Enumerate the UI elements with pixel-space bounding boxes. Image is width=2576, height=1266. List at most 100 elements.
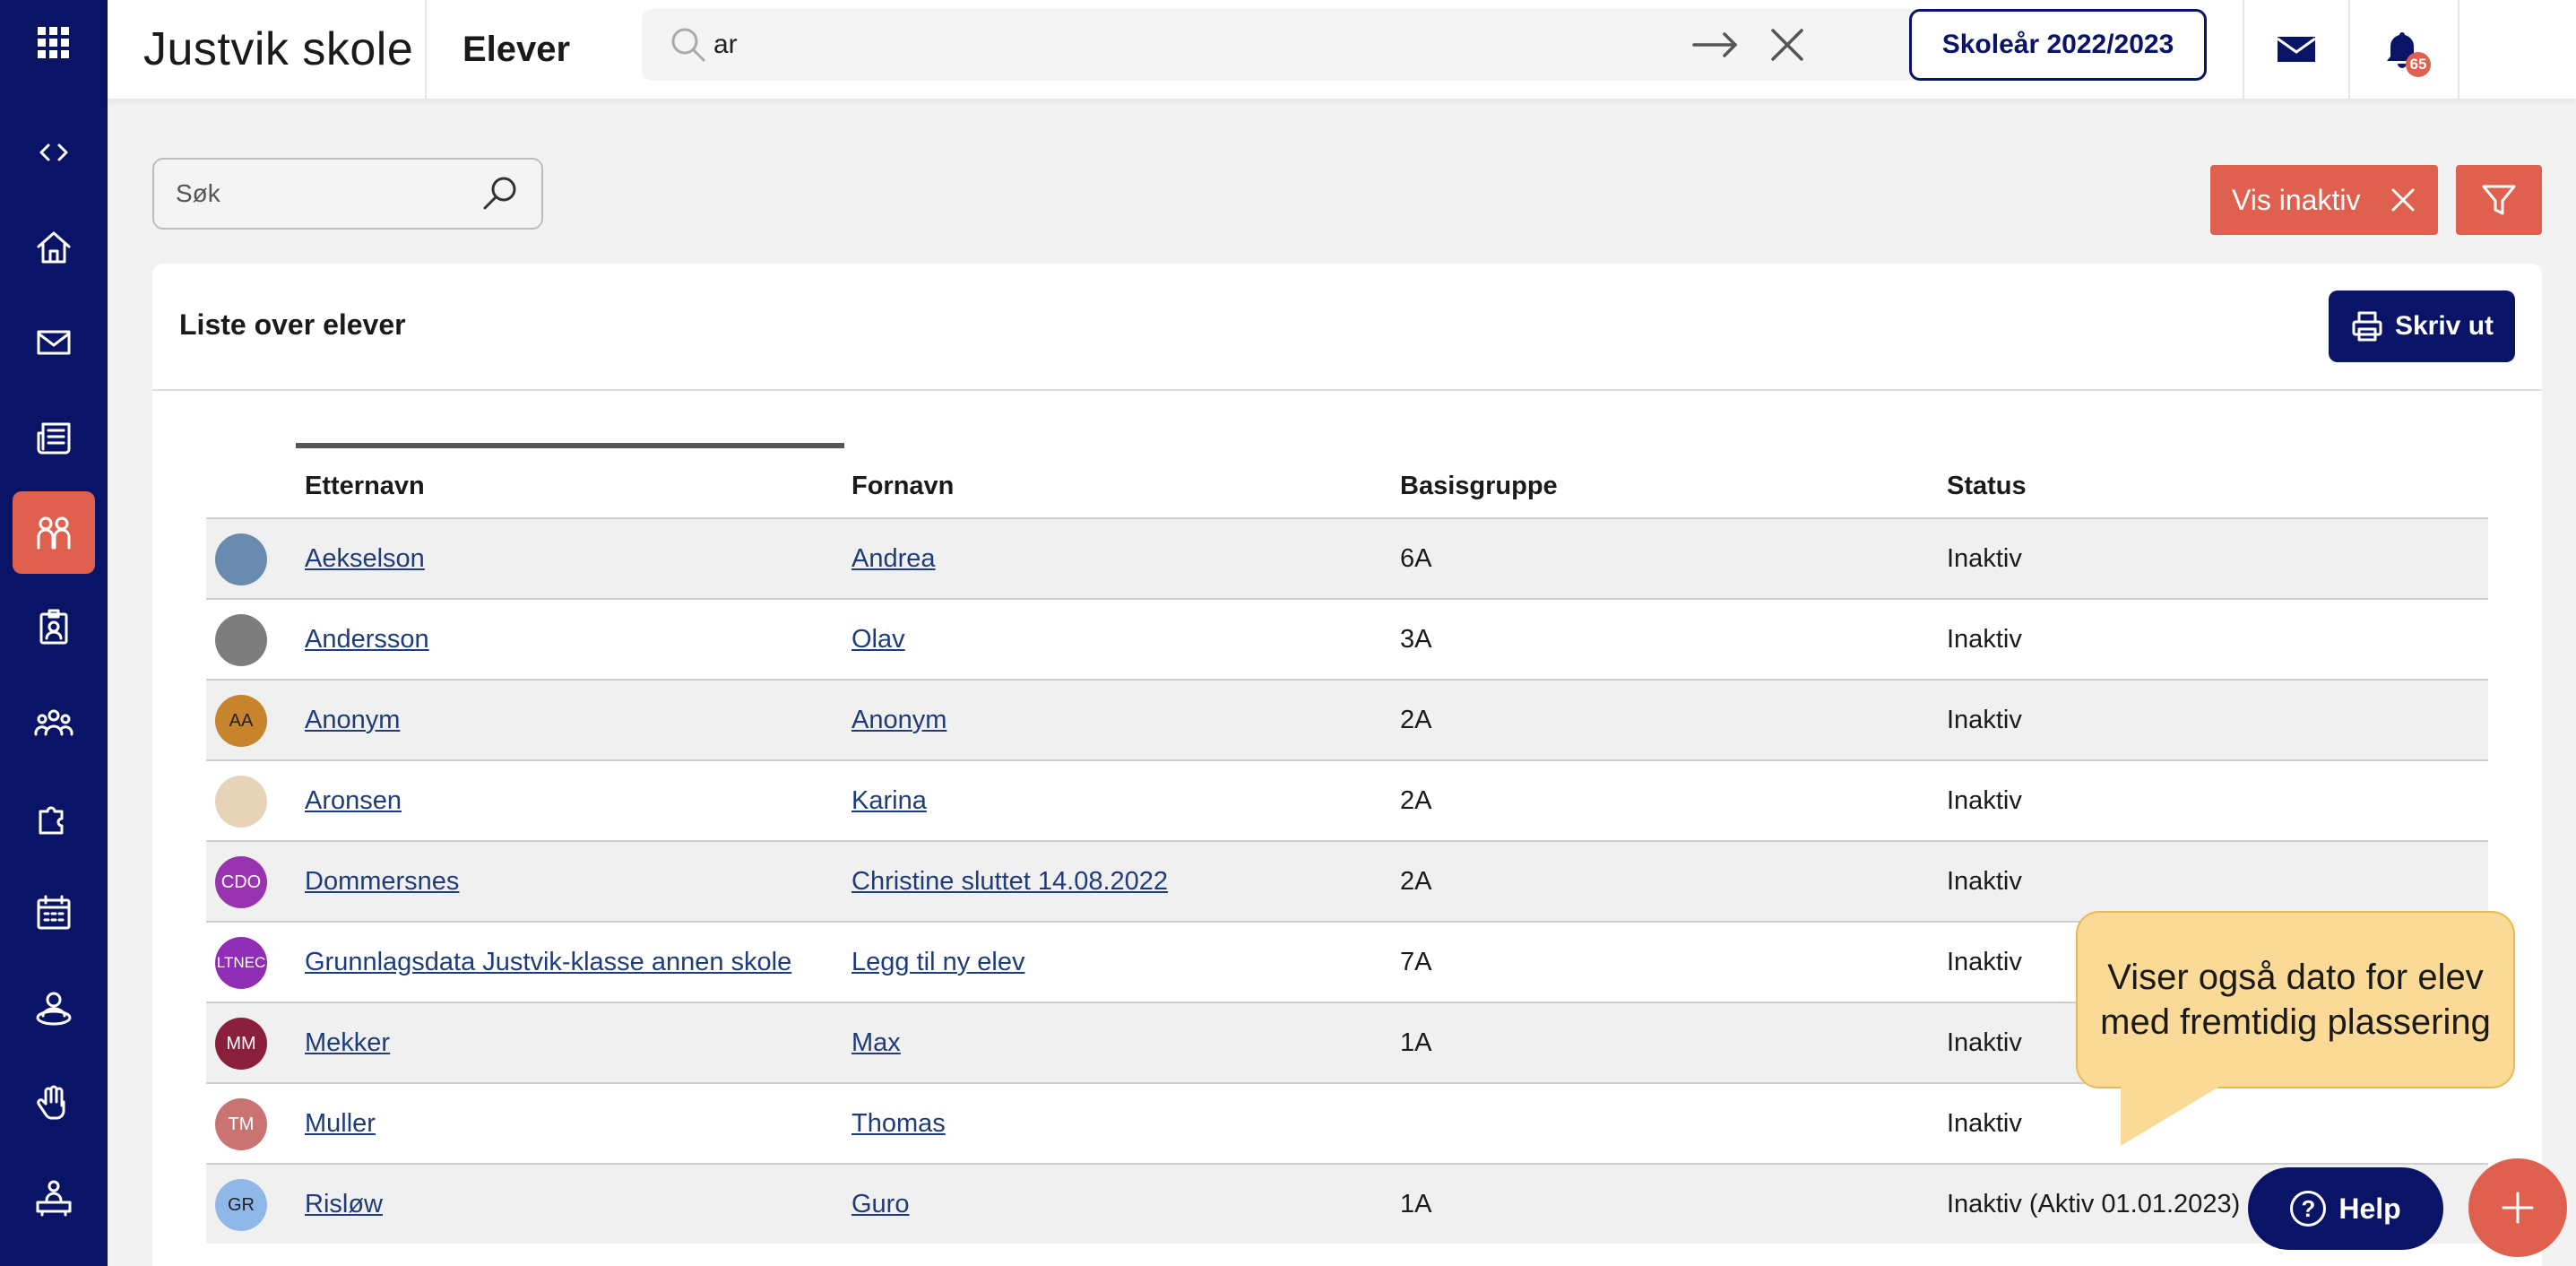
first-name-link[interactable]: Max xyxy=(851,1028,901,1058)
help-label: Help xyxy=(2338,1192,2401,1225)
school-name[interactable]: Justvik skole xyxy=(143,0,413,99)
search-icon xyxy=(669,25,708,65)
print-button[interactable]: Skriv ut xyxy=(2329,290,2515,362)
last-name-link[interactable]: Aekselson xyxy=(305,544,425,574)
table-row: Aekselson Andrea 6A Inaktiv xyxy=(206,517,2488,598)
first-name-link[interactable]: Guro xyxy=(851,1190,909,1219)
status-cell: Inaktiv xyxy=(1947,1028,2022,1057)
group-cell: 6A xyxy=(1400,543,1432,573)
column-header-fornavn[interactable]: Fornavn xyxy=(851,472,954,501)
topbar: Justvik skole Elever ar Skoleår 2022/202… xyxy=(108,0,2576,99)
list-title: Liste over elever xyxy=(179,308,406,341)
notifications-button[interactable]: 65 xyxy=(2350,0,2454,99)
first-name-link[interactable]: Legg til ny elev xyxy=(851,948,1024,977)
tooltip-callout: Viser også dato for elev med fremtidig p… xyxy=(2076,911,2515,1088)
avatar: MM xyxy=(215,1018,267,1070)
envelope-icon xyxy=(2277,37,2316,62)
last-name-link[interactable]: Dommersnes xyxy=(305,867,459,897)
tooltip-tail xyxy=(2121,1087,2219,1146)
student-search-input[interactable]: Søk xyxy=(152,158,543,230)
messages-button[interactable] xyxy=(2244,0,2348,99)
avatar: GR xyxy=(215,1179,267,1231)
close-icon[interactable] xyxy=(2390,186,2416,213)
school-year-button[interactable]: Skoleår 2022/2023 xyxy=(1909,9,2207,81)
group-cell: 1A xyxy=(1400,1189,1432,1218)
sort-indicator xyxy=(296,443,844,448)
group-cell: 3A xyxy=(1400,624,1432,654)
page-title: Elever xyxy=(462,29,571,69)
avatar xyxy=(215,614,267,666)
user-circle-icon[interactable] xyxy=(13,967,95,1049)
add-button[interactable] xyxy=(2468,1158,2567,1257)
last-name-link[interactable]: Muller xyxy=(305,1109,376,1139)
table-row: GR Risløw Guro 1A Inaktiv (Aktiv 01.01.2023) xyxy=(206,1163,2488,1244)
puzzle-icon[interactable] xyxy=(13,776,95,859)
last-name-link[interactable]: Risløw xyxy=(305,1190,383,1219)
status-cell: Inaktiv xyxy=(1947,866,2022,896)
first-name-link[interactable]: Anonym xyxy=(851,706,947,735)
arrow-right-icon[interactable] xyxy=(1690,27,1741,63)
last-name-link[interactable]: Mekker xyxy=(305,1028,390,1058)
newspaper-icon[interactable] xyxy=(13,396,95,479)
notification-badge: 65 xyxy=(2406,52,2431,77)
close-icon[interactable] xyxy=(1766,23,1809,66)
show-inactive-filter-button[interactable]: Vis inaktiv xyxy=(2210,165,2438,235)
home-icon[interactable] xyxy=(13,206,95,289)
avatar: LTNEC xyxy=(215,937,267,989)
status-cell: Inaktiv xyxy=(1947,543,2022,573)
search-placeholder: Søk xyxy=(176,179,220,207)
group-cell: 7A xyxy=(1400,947,1432,976)
group-cell: 1A xyxy=(1400,1028,1432,1057)
first-name-link[interactable]: Karina xyxy=(851,786,927,816)
last-name-link[interactable]: Andersson xyxy=(305,625,429,655)
first-name-link[interactable]: Andrea xyxy=(851,544,936,574)
table-row: AA Anonym Anonym 2A Inaktiv xyxy=(206,679,2488,759)
group-cell: 2A xyxy=(1400,785,1432,815)
desk-icon[interactable] xyxy=(13,1157,95,1239)
column-header-etternavn[interactable]: Etternavn xyxy=(305,472,425,501)
avatar xyxy=(215,776,267,828)
calendar-icon[interactable] xyxy=(13,871,95,954)
status-cell: Inaktiv (Aktiv 01.01.2023) xyxy=(1947,1189,2241,1218)
status-cell: Inaktiv xyxy=(1947,705,2022,734)
status-cell: Inaktiv xyxy=(1947,947,2022,976)
group-cell: 2A xyxy=(1400,866,1432,896)
mail-icon[interactable] xyxy=(13,301,95,384)
help-button[interactable]: ? Help xyxy=(2248,1167,2443,1250)
grid-icon[interactable] xyxy=(13,2,95,84)
global-search-input[interactable]: ar xyxy=(713,9,738,81)
filter-button[interactable] xyxy=(2456,165,2542,235)
avatar xyxy=(215,533,267,585)
table-row: Andersson Olav 3A Inaktiv xyxy=(206,598,2488,679)
first-name-link[interactable]: Christine sluttet 14.08.2022 xyxy=(851,867,1168,897)
last-name-link[interactable]: Grunnlagsdata Justvik-klasse annen skole xyxy=(305,948,791,977)
question-icon: ? xyxy=(2290,1191,2327,1227)
plus-icon xyxy=(2502,1192,2534,1224)
funnel-icon xyxy=(2482,185,2516,215)
last-name-link[interactable]: Anonym xyxy=(305,706,400,735)
print-label: Skriv ut xyxy=(2394,311,2494,341)
avatar: TM xyxy=(215,1098,267,1150)
avatar: CDO xyxy=(215,856,267,908)
column-header-status[interactable]: Status xyxy=(1947,472,2027,501)
global-search[interactable]: ar xyxy=(642,9,1945,81)
avatar: AA xyxy=(215,695,267,747)
students-icon[interactable] xyxy=(13,491,95,574)
status-cell: Inaktiv xyxy=(1947,624,2022,654)
badge-icon[interactable] xyxy=(13,586,95,669)
code-icon[interactable] xyxy=(13,111,95,194)
column-header-basisgruppe[interactable]: Basisgruppe xyxy=(1400,472,1558,501)
group-icon[interactable] xyxy=(13,681,95,764)
sidebar xyxy=(0,0,108,1266)
status-cell: Inaktiv xyxy=(1947,1108,2022,1138)
divider xyxy=(152,389,2542,391)
first-name-link[interactable]: Thomas xyxy=(851,1109,946,1139)
divider xyxy=(2458,0,2459,99)
last-name-link[interactable]: Aronsen xyxy=(305,786,402,816)
status-cell: Inaktiv xyxy=(1947,785,2022,815)
show-inactive-label: Vis inaktiv xyxy=(2232,183,2361,216)
hand-icon[interactable] xyxy=(13,1062,95,1144)
first-name-link[interactable]: Olav xyxy=(851,625,905,655)
printer-icon xyxy=(2352,311,2382,342)
table-row: CDO Dommersnes Christine sluttet 14.08.202… xyxy=(206,840,2488,921)
